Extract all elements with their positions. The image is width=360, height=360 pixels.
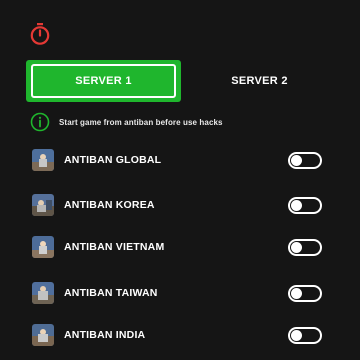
tab-server-1-frame: SERVER 1 xyxy=(31,64,176,98)
server-name: ANTIBAN GLOBAL xyxy=(64,154,162,166)
server-thumbnail-icon xyxy=(32,149,54,171)
server-toggle-korea[interactable] xyxy=(288,197,322,214)
server-toggle-india[interactable] xyxy=(288,327,322,344)
tab-server-2[interactable]: SERVER 2 xyxy=(192,60,327,102)
stopwatch-icon[interactable] xyxy=(28,22,52,46)
tab-server-1-label: SERVER 1 xyxy=(75,75,132,87)
server-thumbnail-icon xyxy=(32,194,54,216)
tab-server-1[interactable]: SERVER 1 xyxy=(26,60,181,102)
server-thumbnail-icon xyxy=(32,282,54,304)
server-toggle-taiwan[interactable] xyxy=(288,285,322,302)
server-name: ANTIBAN INDIA xyxy=(64,329,146,341)
server-name: ANTIBAN VIETNAM xyxy=(64,241,165,253)
server-thumbnail-icon xyxy=(32,324,54,346)
server-row-india: ANTIBAN INDIA xyxy=(32,322,322,348)
server-list: ANTIBAN GLOBAL ANTIBAN KOREA ANTIBAN VIE… xyxy=(0,0,360,360)
server-row-global: ANTIBAN GLOBAL xyxy=(32,147,322,173)
server-name: ANTIBAN TAIWAN xyxy=(64,287,158,299)
server-row-vietnam: ANTIBAN VIETNAM xyxy=(32,234,322,260)
server-name: ANTIBAN KOREA xyxy=(64,199,155,211)
server-thumbnail-icon xyxy=(32,236,54,258)
server-tabs: SERVER 1 SERVER 2 xyxy=(22,60,338,102)
notice-text: Start game from antiban before use hacks xyxy=(59,117,223,127)
server-row-korea: ANTIBAN KOREA xyxy=(32,192,322,218)
server-row-taiwan: ANTIBAN TAIWAN xyxy=(32,280,322,306)
tab-server-2-label: SERVER 2 xyxy=(231,75,288,87)
notice-banner: Start game from antiban before use hacks xyxy=(30,110,223,134)
server-toggle-global[interactable] xyxy=(288,152,322,169)
server-toggle-vietnam[interactable] xyxy=(288,239,322,256)
info-icon xyxy=(30,112,50,132)
